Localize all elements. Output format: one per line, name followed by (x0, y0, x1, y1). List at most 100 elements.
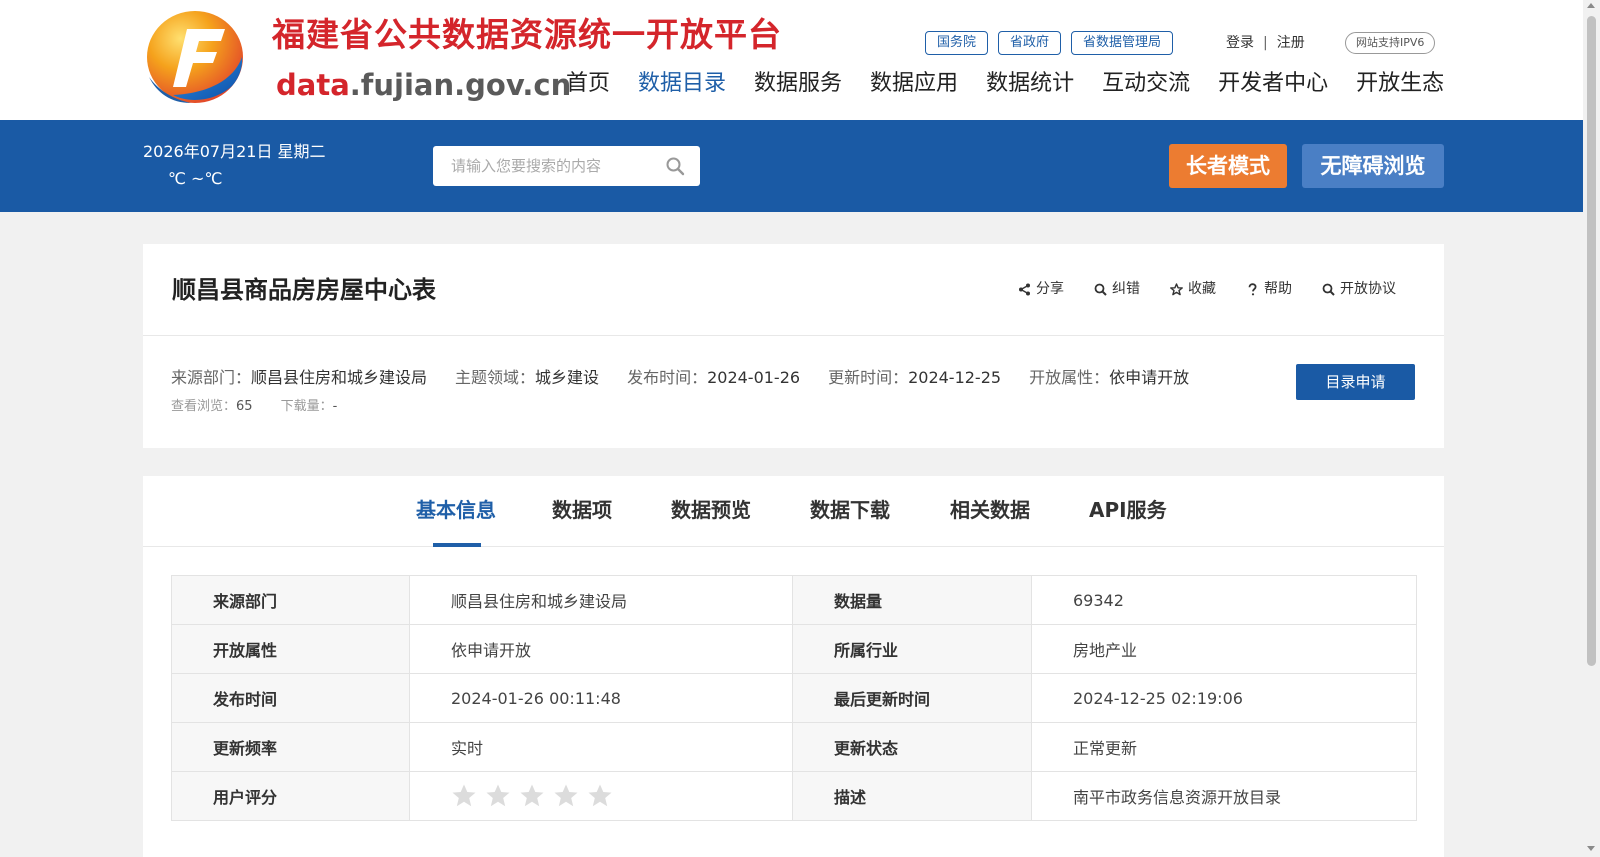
dataset-title: 顺昌县商品房房屋中心表 (172, 276, 436, 304)
nav-home[interactable]: 首页 (566, 67, 610, 101)
favorite-label: 收藏 (1188, 281, 1216, 297)
tab-data-preview[interactable]: 数据预览 (671, 495, 751, 525)
field-value: 依申请开放 (409, 624, 793, 674)
meta-value: 依申请开放 (1109, 368, 1190, 387)
share-label: 分享 (1036, 281, 1064, 297)
field-label: 更新状态 (792, 722, 1032, 772)
site-domain: data.fujian.gov.cn (276, 62, 571, 108)
views-count: 查看浏览：65 (171, 397, 253, 417)
nav-data-services[interactable]: 数据服务 (754, 67, 842, 101)
field-label: 最后更新时间 (792, 673, 1032, 723)
dataset-detail-card: 基本信息 数据项 数据预览 数据下载 相关数据 API服务 来源部门 顺昌县住房… (143, 476, 1444, 857)
link-state-council[interactable]: 国务院 (925, 31, 989, 55)
scrollbar-thumb[interactable] (1587, 16, 1596, 666)
share-action[interactable]: 分享 (1018, 279, 1064, 299)
link-provincial-government[interactable]: 省政府 (998, 31, 1062, 55)
dataset-meta: 来源部门：顺昌县住房和城乡建设局 主题领域：城乡建设 发布时间：2024-01-… (171, 366, 1189, 390)
site-logo-icon[interactable] (143, 7, 245, 104)
site-domain-prefix: data (276, 68, 350, 102)
auth-separator: | (1263, 35, 1268, 51)
meta-value: 城乡建设 (535, 368, 600, 387)
nav-interaction[interactable]: 互动交流 (1102, 67, 1190, 101)
search-icon (1322, 283, 1335, 296)
tab-data-items[interactable]: 数据项 (552, 495, 612, 525)
field-value: 2024-01-26 00:11:48 (409, 673, 793, 723)
detail-tabs: 基本信息 数据项 数据预览 数据下载 相关数据 API服务 (143, 476, 1444, 547)
meta-value: 2024-01-26 (707, 368, 801, 387)
downloads-value: - (332, 399, 338, 414)
site-header: 福建省公共数据资源统一开放平台 data.fujian.gov.cn 国务院 省… (0, 0, 1583, 120)
field-label: 更新频率 (171, 722, 410, 772)
field-value: 顺昌县住房和城乡建设局 (409, 575, 793, 625)
downloads-label: 下载量： (280, 399, 333, 414)
meta-topic: 主题领域：城乡建设 (455, 366, 599, 390)
ipv6-badge: 网站支持IPV6 (1345, 32, 1436, 54)
meta-label: 更新时间： (828, 368, 909, 387)
search-box (433, 146, 700, 186)
meta-label: 主题领域： (455, 368, 536, 387)
field-label: 描述 (792, 771, 1032, 821)
meta-publish-date: 发布时间：2024-01-26 (627, 366, 800, 390)
main-nav: 首页 数据目录 数据服务 数据应用 数据统计 互动交流 开发者中心 开放生态 (566, 67, 1444, 101)
field-value: 正常更新 (1031, 722, 1417, 772)
utility-bar: 2026年07月21日 星期二 ℃ ~℃ 长者模式 无障碍浏览 (0, 120, 1583, 212)
scroll-up-arrow-icon[interactable] (1587, 3, 1595, 8)
login-link[interactable]: 登录 (1226, 35, 1254, 51)
views-label: 查看浏览： (171, 399, 237, 414)
rating-star-icon[interactable] (519, 783, 545, 809)
site-domain-rest: .fujian.gov.cn (349, 68, 572, 102)
nav-data-applications[interactable]: 数据应用 (870, 67, 958, 101)
rating-stars (451, 783, 792, 809)
elder-mode-button[interactable]: 长者模式 (1169, 144, 1287, 188)
tab-basic-info[interactable]: 基本信息 (416, 495, 496, 525)
page-scrollbar[interactable] (1583, 0, 1600, 857)
field-label: 所属行业 (792, 624, 1032, 674)
temperature: ℃ ~℃ (168, 169, 223, 188)
table-row: 用户评分 描述 南平市政务信息资源开放目录 (171, 771, 1417, 821)
accessible-browsing-button[interactable]: 无障碍浏览 (1302, 144, 1444, 188)
meta-value: 2024-12-25 (908, 368, 1002, 387)
tab-related-data[interactable]: 相关数据 (950, 495, 1030, 525)
tab-data-download[interactable]: 数据下载 (810, 495, 890, 525)
field-value: 实时 (409, 722, 793, 772)
question-icon (1248, 282, 1257, 295)
tab-api-service[interactable]: API服务 (1089, 495, 1167, 525)
basic-info-table: 来源部门 顺昌县住房和城乡建设局 数据量 69342 开放属性 依申请开放 所属… (171, 575, 1417, 821)
scroll-down-arrow-icon[interactable] (1587, 846, 1595, 851)
rating-star-icon[interactable] (587, 783, 613, 809)
card-divider (143, 335, 1444, 336)
register-link[interactable]: 注册 (1277, 35, 1305, 51)
meta-label: 来源部门： (171, 368, 252, 387)
nav-developer-center[interactable]: 开发者中心 (1218, 67, 1328, 101)
rating-star-icon[interactable] (553, 783, 579, 809)
current-date: 2026年07月21日 星期二 (143, 142, 326, 161)
link-data-administration[interactable]: 省数据管理局 (1071, 31, 1174, 55)
field-label: 开放属性 (171, 624, 410, 674)
correct-action[interactable]: 纠错 (1094, 279, 1140, 299)
catalog-apply-button[interactable]: 目录申请 (1296, 364, 1415, 400)
favorite-action[interactable]: 收藏 (1170, 279, 1216, 299)
meta-open-type: 开放属性：依申请开放 (1029, 366, 1189, 390)
meta-value: 顺昌县住房和城乡建设局 (251, 368, 428, 387)
correct-label: 纠错 (1112, 281, 1140, 297)
help-action[interactable]: 帮助 (1246, 279, 1292, 299)
field-label: 发布时间 (171, 673, 410, 723)
site-title: 福建省公共数据资源统一开放平台 (272, 15, 782, 54)
nav-data-catalog[interactable]: 数据目录 (638, 67, 726, 101)
rating-star-icon[interactable] (451, 783, 477, 809)
nav-data-statistics[interactable]: 数据统计 (986, 67, 1074, 101)
active-tab-indicator (433, 543, 481, 547)
open-license-label: 开放协议 (1340, 281, 1396, 297)
table-row: 来源部门 顺昌县住房和城乡建设局 数据量 69342 (171, 575, 1417, 625)
user-rating-cell (409, 771, 793, 821)
table-row: 开放属性 依申请开放 所属行业 房地产业 (171, 624, 1417, 674)
search-input[interactable] (433, 146, 653, 186)
field-label: 数据量 (792, 575, 1032, 625)
rating-star-icon[interactable] (485, 783, 511, 809)
open-license-action[interactable]: 开放协议 (1322, 279, 1396, 299)
nav-open-ecosystem[interactable]: 开放生态 (1356, 67, 1444, 101)
field-value: 房地产业 (1031, 624, 1417, 674)
dataset-actions: 分享 纠错 收藏 帮助 开放协议 (1018, 279, 1396, 299)
search-icon[interactable] (665, 156, 685, 176)
dataset-summary-card: 顺昌县商品房房屋中心表 分享 纠错 收藏 帮助 开放协议 来源部门：顺昌县住房和… (143, 244, 1444, 448)
